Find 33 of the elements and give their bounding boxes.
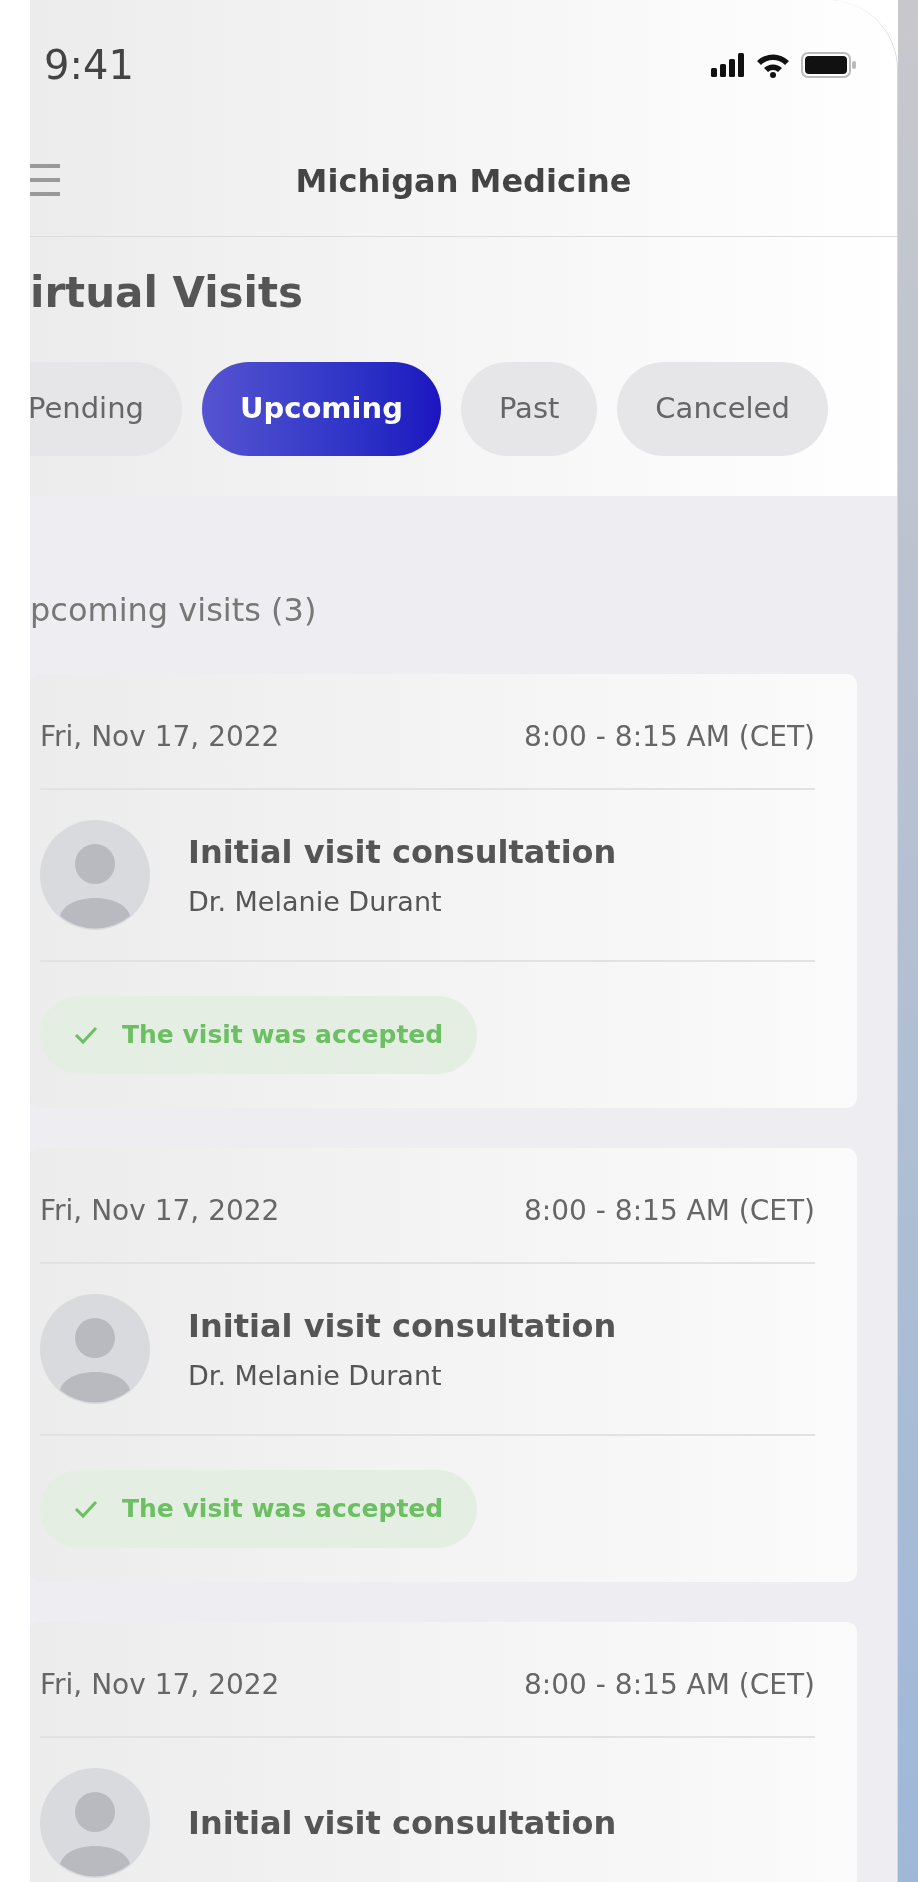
- wifi-icon: [755, 52, 791, 78]
- menu-icon[interactable]: [30, 162, 60, 198]
- check-icon: [74, 1499, 98, 1519]
- signal-icon: [711, 53, 745, 77]
- page-title: irtual Visits: [30, 272, 305, 314]
- filter-tab[interactable]: Pending: [30, 362, 182, 456]
- visit-date: Fri, Nov 17, 2022: [40, 1193, 280, 1229]
- visit-date: Fri, Nov 17, 2022: [40, 719, 280, 755]
- section-title: pcoming visits (3): [30, 590, 318, 631]
- doctor-name: Dr. Melanie Durant: [188, 1358, 443, 1393]
- avatar-silhouette-icon: [40, 1768, 150, 1878]
- visit-title: Initial visit consultation: [188, 1803, 617, 1844]
- avatar-silhouette-icon: [40, 820, 150, 930]
- check-icon: [74, 1025, 98, 1045]
- visit-time: 8:00 - 8:15 AM (CET): [524, 1667, 815, 1703]
- visit-title: Initial visit consultation: [188, 831, 617, 873]
- doctor-name: Dr. Melanie Durant: [188, 884, 443, 919]
- filter-tab[interactable]: Past: [460, 362, 598, 456]
- visit-card[interactable]: Fri, Nov 17, 2022 8:00 - 8:15 AM (CET) Initial visit consultation: [30, 1622, 857, 1882]
- visit-time: 8:00 - 8:15 AM (CET): [524, 719, 815, 755]
- visit-time: 8:00 - 8:15 AM (CET): [524, 1193, 815, 1229]
- filter-tab[interactable]: Canceled: [617, 362, 828, 456]
- visit-date: Fri, Nov 17, 2022: [40, 1667, 280, 1703]
- visit-title: Initial visit consultation: [188, 1305, 617, 1347]
- visit-card[interactable]: Fri, Nov 17, 2022 8:00 - 8:15 AM (CET) Initial visit consultation Dr. Melanie Durant The visit was accepted: [30, 1148, 857, 1582]
- status-text: The visit was accepted: [122, 1493, 444, 1526]
- status-text: The visit was accepted: [122, 1019, 444, 1052]
- filter-tab[interactable]: Upcoming: [201, 362, 441, 456]
- status-time: 9:41: [44, 41, 134, 90]
- header-title: Michigan Medicine: [295, 160, 632, 202]
- battery-icon: [801, 52, 857, 78]
- avatar-silhouette-icon: [40, 1294, 150, 1404]
- visit-card[interactable]: Fri, Nov 17, 2022 8:00 - 8:15 AM (CET) Initial visit consultation Dr. Melanie Durant The visit was accepted: [30, 674, 857, 1108]
